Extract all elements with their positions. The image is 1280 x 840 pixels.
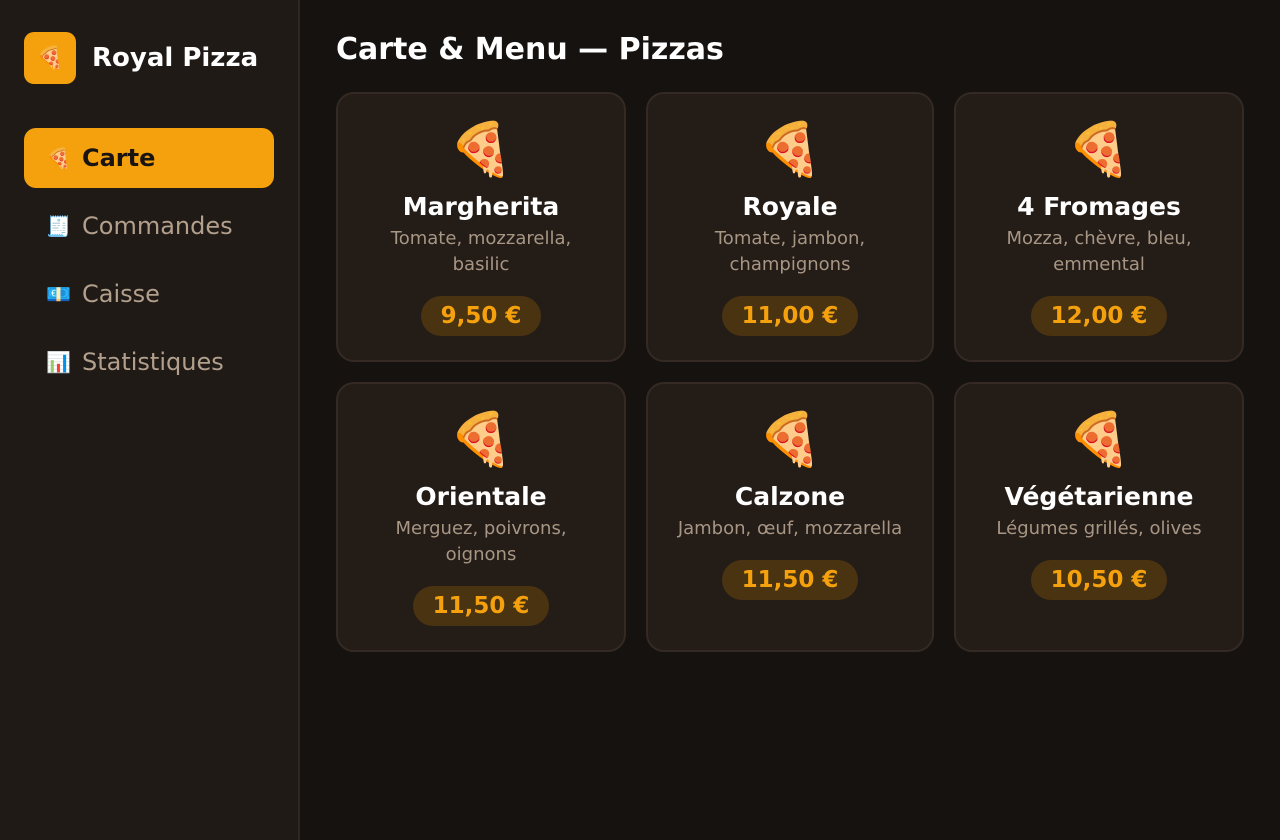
price-badge: 12,00 € (1030, 296, 1168, 336)
pizza-description: Jambon, œuf, mozzarella (677, 518, 903, 539)
pizza-icon: 🍕 (757, 410, 823, 470)
pizza-name: Végétarienne (1004, 482, 1194, 511)
sidebar-nav: 🍕 Carte 🧾 Commandes 💶 Caisse 📊 Statistiq… (24, 128, 274, 392)
sidebar-item-label: Commandes (82, 212, 233, 240)
pizza-icon: 🍕 (1066, 120, 1132, 180)
pizza-card-orientale[interactable]: 🍕 Orientale Merguez, poivrons, oignons 1… (336, 382, 626, 652)
price-badge: 11,00 € (721, 296, 859, 336)
sidebar: 🍕 Royal Pizza 🍕 Carte 🧾 Commandes 💶 Cais… (0, 0, 300, 840)
pizza-icon: 🍕 (46, 146, 71, 170)
brand-name: Royal Pizza (92, 43, 259, 73)
pizza-name: Royale (742, 192, 838, 221)
price-badge: 11,50 € (412, 586, 550, 626)
pizza-description: Merguez, poivrons, oignons (395, 518, 567, 565)
brand: 🍕 Royal Pizza (24, 32, 274, 84)
pizza-card-royale[interactable]: 🍕 Royale Tomate, jambon, champignons 11,… (646, 92, 934, 362)
pizza-card-calzone[interactable]: 🍕 Calzone Jambon, œuf, mozzarella 11,50 … (646, 382, 934, 652)
receipt-icon: 🧾 (46, 214, 71, 238)
pizza-name: Orientale (415, 482, 547, 511)
bar-chart-icon: 📊 (46, 350, 71, 374)
page-title: Carte & Menu — Pizzas (336, 32, 724, 67)
pizza-name: Calzone (734, 482, 846, 511)
sidebar-item-label: Statistiques (82, 348, 224, 376)
pizza-name: 4 Fromages (1017, 192, 1181, 221)
pizza-description: Légumes grillés, olives (996, 518, 1202, 539)
pizza-icon: 🍕 (1066, 410, 1132, 470)
pizza-description: Tomate, mozzarella, basilic (390, 228, 572, 275)
main-content: Carte & Menu — Pizzas 🍕 Margherita Tomat… (300, 0, 1280, 840)
sidebar-item-carte[interactable]: 🍕 Carte (24, 128, 274, 188)
pizza-icon: 🍕 (448, 410, 514, 470)
price-badge: 10,50 € (1030, 560, 1168, 600)
app-root: 🍕 Royal Pizza 🍕 Carte 🧾 Commandes 💶 Cais… (0, 0, 1280, 840)
pizza-description: Mozza, chèvre, bleu, emmental (1006, 228, 1192, 275)
sidebar-item-label: Caisse (82, 280, 160, 308)
price-badge: 9,50 € (420, 296, 542, 336)
pizza-description: Tomate, jambon, champignons (714, 228, 866, 275)
sidebar-item-commandes[interactable]: 🧾 Commandes (24, 196, 274, 256)
pizza-logo-icon: 🍕 (24, 32, 76, 84)
sidebar-item-statistiques[interactable]: 📊 Statistiques (24, 332, 274, 392)
sidebar-item-label: Carte (82, 144, 156, 172)
sidebar-item-caisse[interactable]: 💶 Caisse (24, 264, 274, 324)
pizza-icon: 🍕 (757, 120, 823, 180)
pizza-grid: 🍕 Margherita Tomate, mozzarella, basilic… (336, 92, 1244, 652)
pizza-icon: 🍕 (448, 120, 514, 180)
pizza-card-margherita[interactable]: 🍕 Margherita Tomate, mozzarella, basilic… (336, 92, 626, 362)
euro-banknote-icon: 💶 (46, 282, 71, 306)
pizza-card-vegetarienne[interactable]: 🍕 Végétarienne Légumes grillés, olives 1… (954, 382, 1244, 652)
pizza-name: Margherita (402, 192, 560, 221)
pizza-card-4-fromages[interactable]: 🍕 4 Fromages Mozza, chèvre, bleu, emment… (954, 92, 1244, 362)
price-badge: 11,50 € (721, 560, 859, 600)
